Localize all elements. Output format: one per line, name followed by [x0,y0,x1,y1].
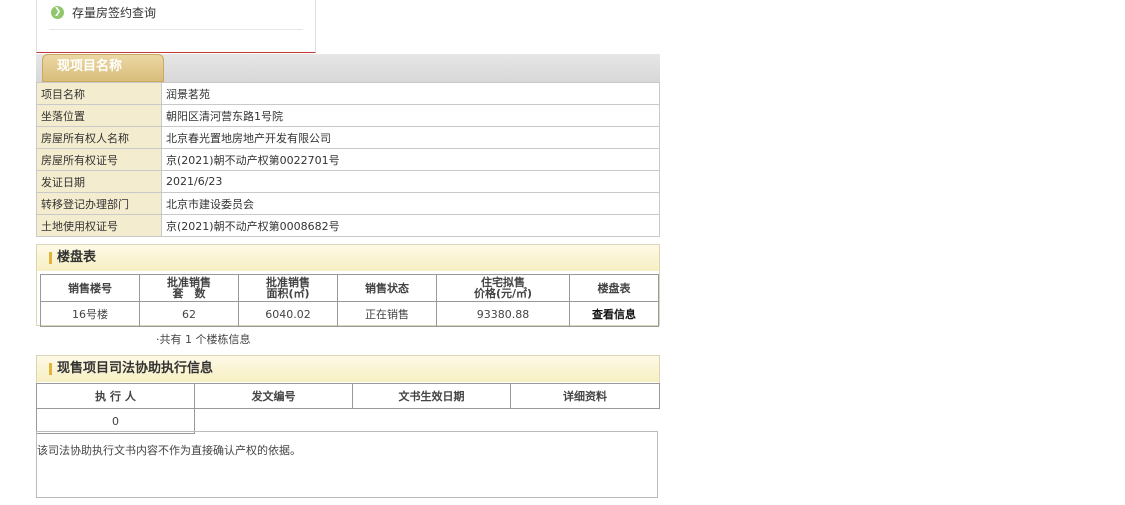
judicial-table: 执 行 人 发文编号 文书生效日期 详细资料 0 [36,383,660,434]
project-tab: 现项目名称 [42,54,164,82]
col-document-number: 发文编号 [194,383,353,409]
divider [49,29,303,30]
col-approved-area: 批准销售 面积(㎡) [238,274,338,302]
col-details: 详细资料 [510,383,660,409]
judicial-section-title: 现售项目司法协助执行信息 [57,361,214,376]
building-table-section: 楼盘表 销售楼号 批准销售 套 数 批准销售 面积(㎡) 销售状态 住宅拟售 价… [36,244,660,327]
accent-bar-icon [49,252,52,264]
stock-housing-contract-query-link[interactable]: ❯ 存量房签约查询 [51,4,156,20]
row-label: 发证日期 [36,170,162,193]
cell-executor: 0 [36,408,195,434]
row-label: 房屋所有权证号 [36,148,162,171]
accent-bar-icon [49,363,52,375]
col-sale-status: 销售状态 [337,274,437,302]
table-row: 0 [36,408,660,434]
cell-units: 62 [139,301,239,327]
table-row: 16号楼 62 6040.02 正在销售 93380.88 查看信息 [40,301,659,327]
table-header-row: 执 行 人 发文编号 文书生效日期 详细资料 [36,383,660,409]
judicial-section: 现售项目司法协助执行信息 [36,355,660,384]
judicial-section-header: 现售项目司法协助执行信息 [37,356,659,382]
table-row: 房屋所有权人名称 北京春光置地房地产开发有限公司 [36,126,660,149]
side-nav-panel: ❯ 存量房签约查询 [36,0,316,53]
row-value: 朝阳区清河营东路1号院 [161,104,660,127]
table-row: 土地使用权证号 京(2021)朝不动产权第0008682号 [36,214,660,237]
cell-status: 正在销售 [337,301,437,327]
row-value: 京(2021)朝不动产权第0008682号 [161,214,660,237]
table-row: 发证日期 2021/6/23 [36,170,660,193]
table-row: 坐落位置 朝阳区清河营东路1号院 [36,104,660,127]
view-info-link[interactable]: 查看信息 [569,301,659,327]
table-header-row: 销售楼号 批准销售 套 数 批准销售 面积(㎡) 销售状态 住宅拟售 价格(元/… [40,274,659,302]
row-label: 房屋所有权人名称 [36,126,162,149]
arrow-right-icon: ❯ [51,5,64,19]
table-row: 转移登记办理部门 北京市建设委员会 [36,192,660,215]
cell-building: 16号楼 [40,301,140,327]
col-executor: 执 行 人 [36,383,195,409]
row-label: 项目名称 [36,82,162,105]
building-count-text: ·共有 1 个楼栋信息 [156,333,251,346]
cell-price: 93380.88 [436,301,570,327]
building-table-header: 楼盘表 [37,245,659,271]
col-building-table: 楼盘表 [569,274,659,302]
table-row: 房屋所有权证号 京(2021)朝不动产权第0022701号 [36,148,660,171]
building-table-title: 楼盘表 [57,250,97,265]
col-approved-units: 批准销售 套 数 [139,274,239,302]
row-value: 北京春光置地房地产开发有限公司 [161,126,660,149]
cell-area: 6040.02 [238,301,338,327]
row-label: 转移登记办理部门 [36,192,162,215]
row-value: 2021/6/23 [161,170,660,193]
project-info-table: 项目名称 润景茗苑 坐落位置 朝阳区清河营东路1号院 房屋所有权人名称 北京春光置地房… [36,82,660,237]
col-effective-date: 文书生效日期 [352,383,511,409]
nav-link-label: 存量房签约查询 [72,5,157,20]
row-value: 润景茗苑 [161,82,660,105]
row-label: 土地使用权证号 [36,214,162,237]
col-price: 住宅拟售 价格(元/㎡) [436,274,570,302]
row-value: 京(2021)朝不动产权第0022701号 [161,148,660,171]
row-value: 北京市建设委员会 [161,192,660,215]
empty-cell [194,408,660,434]
table-row: 项目名称 润景茗苑 [36,82,660,105]
row-label: 坐落位置 [36,104,162,127]
building-table: 销售楼号 批准销售 套 数 批准销售 面积(㎡) 销售状态 住宅拟售 价格(元/… [40,274,659,327]
judicial-note: 该司法协助执行文书内容不作为直接确认产权的依据。 [36,431,658,498]
col-building: 销售楼号 [40,274,140,302]
project-section-header: 现项目名称 [36,54,660,82]
